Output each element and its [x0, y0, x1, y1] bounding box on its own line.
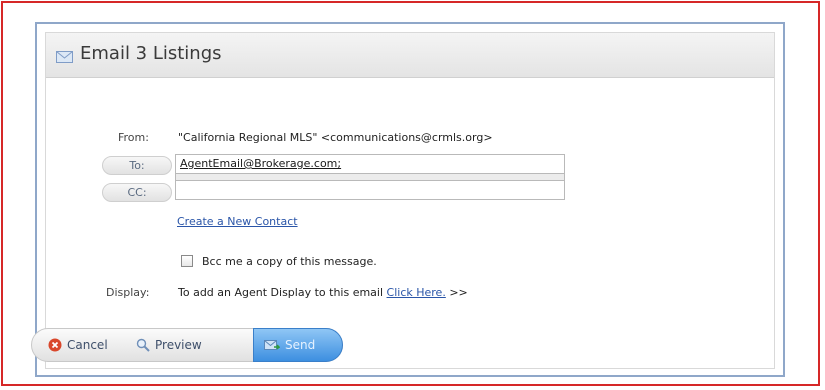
- dialog-title: Email 3 Listings: [80, 43, 222, 64]
- cancel-icon: [48, 338, 62, 352]
- to-button[interactable]: To:: [102, 156, 172, 175]
- email-dialog: Email 3 Listings From: "California Regio…: [35, 22, 785, 377]
- to-field[interactable]: AgentEmail@Brokerage.com;: [175, 154, 565, 174]
- action-button-bar: Cancel Preview Send: [31, 328, 343, 362]
- screenshot-frame: Email 3 Listings From: "California Regio…: [1, 1, 820, 386]
- display-label: Display:: [106, 286, 150, 299]
- cancel-button-label: Cancel: [67, 338, 108, 352]
- display-text-line: To add an Agent Display to this email Cl…: [178, 286, 468, 299]
- display-suffix: >>: [449, 286, 468, 299]
- display-text: To add an Agent Display to this email: [178, 286, 384, 299]
- dialog-header: Email 3 Listings: [46, 33, 774, 78]
- to-button-label: To:: [129, 159, 145, 172]
- send-button-label: Send: [285, 338, 316, 352]
- send-icon: [264, 338, 281, 352]
- agent-display-link[interactable]: Click Here.: [387, 286, 446, 299]
- dialog-panel: Email 3 Listings From: "California Regio…: [45, 32, 775, 369]
- cc-button-label: CC:: [127, 186, 147, 199]
- from-value: "California Regional MLS" <communication…: [178, 131, 493, 144]
- cancel-button[interactable]: Cancel: [48, 329, 108, 361]
- send-button[interactable]: Send: [253, 328, 343, 362]
- to-field-value: AgentEmail@Brokerage.com;: [180, 157, 342, 170]
- cc-button[interactable]: CC:: [102, 183, 172, 202]
- envelope-icon: [56, 48, 73, 63]
- create-contact-link[interactable]: Create a New Contact: [177, 215, 298, 228]
- preview-button-label: Preview: [155, 338, 202, 352]
- from-label: From:: [118, 131, 149, 144]
- cc-field[interactable]: [175, 180, 565, 200]
- preview-button[interactable]: Preview: [136, 329, 202, 361]
- bcc-checkbox[interactable]: [181, 255, 193, 267]
- bcc-checkbox-label: Bcc me a copy of this message.: [202, 255, 377, 268]
- magnifier-icon: [136, 338, 150, 352]
